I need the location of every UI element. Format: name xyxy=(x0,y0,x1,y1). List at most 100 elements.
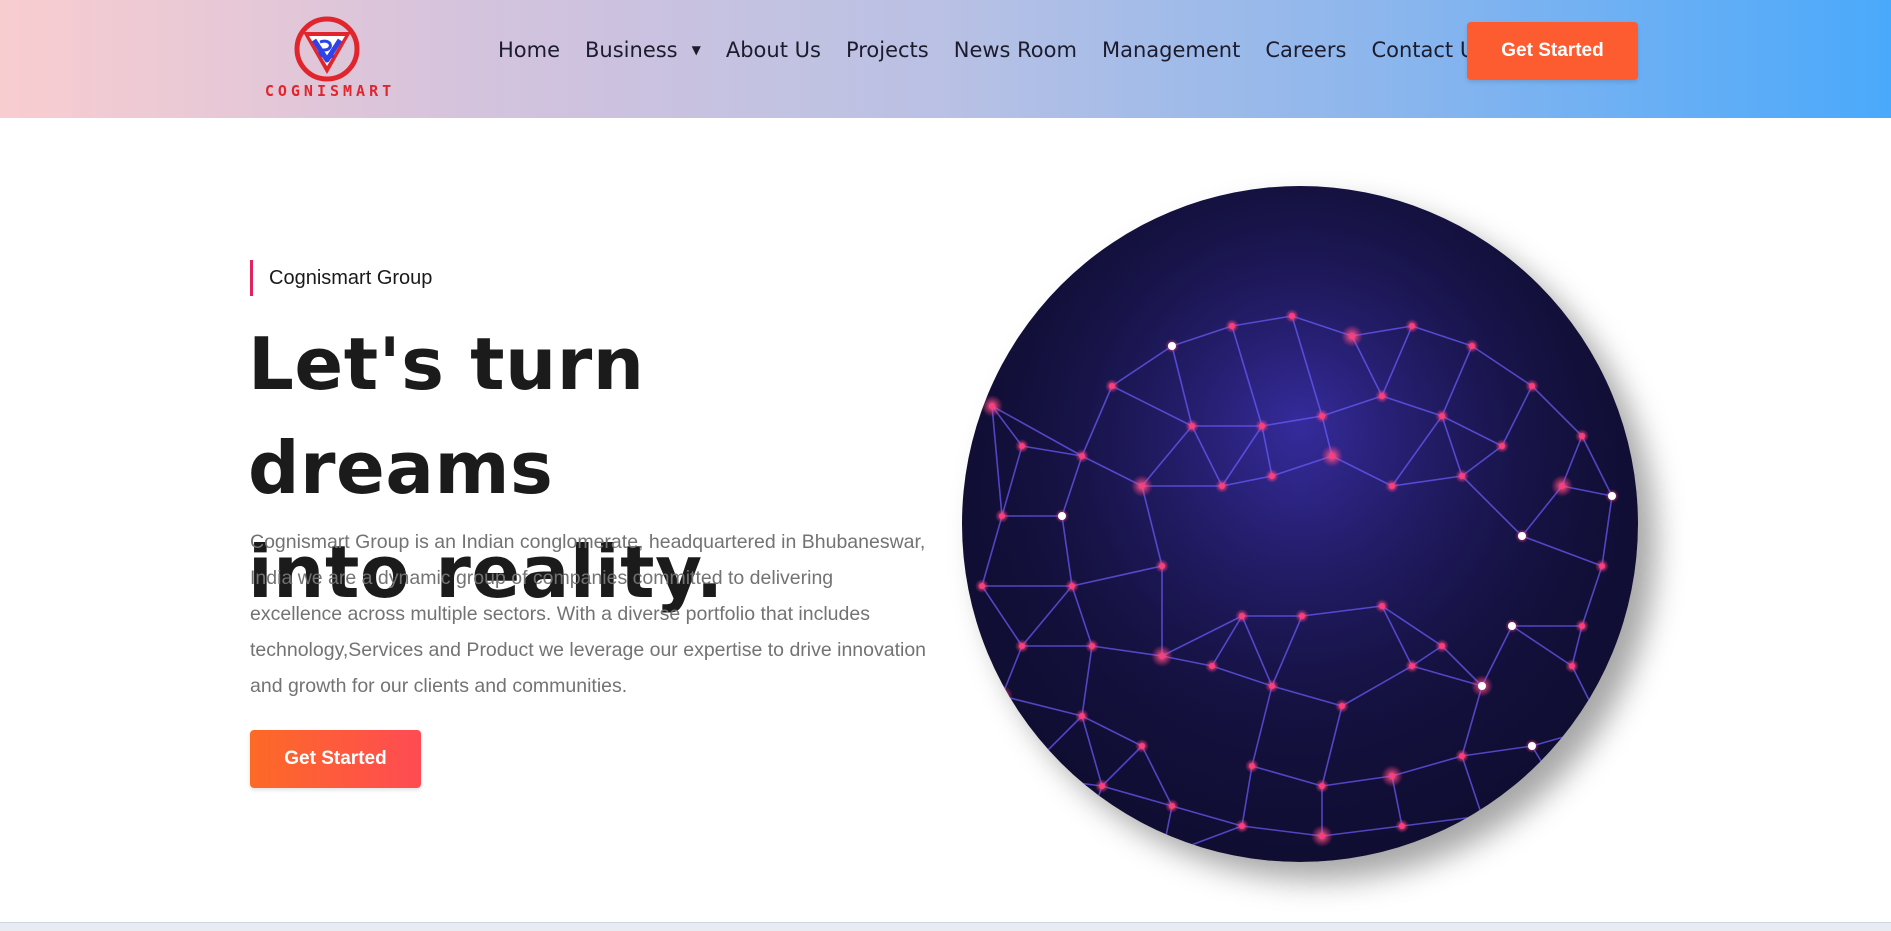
main-navigation: Home Business ▼ About Us Projects News R… xyxy=(498,0,1511,100)
mesh-node xyxy=(1439,643,1445,649)
mesh-node xyxy=(1058,512,1066,520)
mesh-node xyxy=(1079,453,1085,459)
mesh-node xyxy=(1599,563,1605,569)
hero-headline-line-1: Let's turn dreams xyxy=(248,322,645,510)
mesh-node xyxy=(1569,663,1575,669)
mesh-node xyxy=(1019,773,1025,779)
mesh-node xyxy=(1289,313,1295,319)
cognismart-logo[interactable]: COGNISMART xyxy=(250,16,410,102)
mesh-node xyxy=(1349,333,1355,339)
nav-item-news-room[interactable]: News Room xyxy=(954,38,1077,62)
nav-item-management[interactable]: Management xyxy=(1102,38,1240,62)
mesh-node xyxy=(1239,823,1245,829)
site-header: COGNISMART Home Business ▼ About Us Proj… xyxy=(0,0,1891,118)
mesh-node xyxy=(1479,813,1485,819)
mesh-node xyxy=(979,583,985,589)
mesh-node xyxy=(1069,583,1075,589)
mesh-node xyxy=(1469,343,1475,349)
mesh-node xyxy=(1319,833,1325,839)
mesh-node xyxy=(1109,383,1115,389)
mesh-node xyxy=(1339,703,1345,709)
mesh-node-glow xyxy=(1595,719,1609,733)
mesh-node xyxy=(1529,383,1535,389)
mesh-node xyxy=(1259,423,1265,429)
page-bottom-divider xyxy=(0,922,1891,931)
mesh-node xyxy=(1399,823,1405,829)
mesh-node-glow xyxy=(1155,849,1169,862)
nav-item-projects[interactable]: Projects xyxy=(846,38,929,62)
mesh-node xyxy=(1209,663,1215,669)
mesh-node xyxy=(1319,783,1325,789)
mesh-node xyxy=(1189,423,1195,429)
mesh-node xyxy=(1219,483,1225,489)
mesh-node xyxy=(1079,713,1085,719)
mesh-node xyxy=(1389,773,1395,779)
hero-get-started-button[interactable]: Get Started xyxy=(250,730,421,788)
mesh-node xyxy=(1459,473,1465,479)
nav-item-careers[interactable]: Careers xyxy=(1265,38,1346,62)
mesh-node xyxy=(1269,473,1275,479)
mesh-node xyxy=(1409,663,1415,669)
mesh-node-glow xyxy=(1015,769,1029,783)
mesh-node xyxy=(1089,643,1095,649)
mesh-node xyxy=(1559,793,1565,799)
mesh-node xyxy=(1599,723,1605,729)
mesh-node xyxy=(1508,622,1516,630)
caret-down-icon: ▼ xyxy=(691,43,701,57)
nav-item-about-us[interactable]: About Us xyxy=(726,38,821,62)
logo-emblem-icon xyxy=(294,16,360,82)
network-mesh-graphic xyxy=(962,186,1638,862)
nav-item-home[interactable]: Home xyxy=(498,38,560,62)
mesh-node xyxy=(1379,603,1385,609)
mesh-node xyxy=(1439,413,1445,419)
mesh-node xyxy=(1139,483,1145,489)
hero-description: Cognismart Group is an Indian conglomera… xyxy=(250,531,927,697)
mesh-node xyxy=(1299,613,1305,619)
mesh-node xyxy=(1019,643,1025,649)
mesh-node xyxy=(1249,763,1255,769)
mesh-node xyxy=(1079,843,1085,849)
mesh-node xyxy=(1159,853,1165,859)
mesh-node xyxy=(1099,783,1105,789)
mesh-link xyxy=(1081,845,1163,857)
mesh-node-glow xyxy=(1075,839,1089,853)
mesh-node xyxy=(1139,743,1145,749)
mesh-node xyxy=(999,513,1005,519)
mesh-link xyxy=(1021,775,1083,847)
mesh-node xyxy=(1478,682,1486,690)
mesh-link xyxy=(1081,785,1103,847)
mesh-node xyxy=(1019,443,1025,449)
hero-eyebrow: Cognismart Group xyxy=(250,260,432,296)
mesh-node xyxy=(1409,323,1415,329)
logo-wordmark: COGNISMART xyxy=(264,82,396,100)
nav-item-label: Careers xyxy=(1265,38,1347,62)
mesh-node xyxy=(1329,453,1335,459)
nav-item-label: News Room xyxy=(953,38,1077,62)
nav-item-label: Management xyxy=(1101,38,1241,62)
mesh-node xyxy=(1459,753,1465,759)
mesh-node xyxy=(1239,613,1245,619)
mesh-node xyxy=(1379,393,1385,399)
nav-item-business[interactable]: Business ▼ xyxy=(585,38,701,62)
mesh-node xyxy=(1319,413,1325,419)
nav-item-label: Home xyxy=(498,38,561,62)
mesh-node xyxy=(1159,653,1165,659)
mesh-node xyxy=(1168,342,1176,350)
mesh-node xyxy=(1579,433,1585,439)
nav-item-label: Projects xyxy=(845,38,929,62)
mesh-node xyxy=(1518,532,1526,540)
mesh-node xyxy=(1229,323,1235,329)
mesh-node xyxy=(1159,563,1165,569)
mesh-node xyxy=(1579,623,1585,629)
network-mesh-image xyxy=(962,186,1638,862)
mesh-node-glow xyxy=(1555,789,1569,803)
mesh-link xyxy=(1561,725,1603,797)
header-get-started-button[interactable]: Get Started xyxy=(1467,22,1638,80)
mesh-node xyxy=(1389,483,1395,489)
mesh-node xyxy=(1269,683,1275,689)
mesh-node xyxy=(989,403,995,409)
mesh-node xyxy=(1528,742,1536,750)
mesh-node-glow xyxy=(991,685,1013,707)
nav-item-label: Business xyxy=(585,38,678,62)
mesh-node-glow xyxy=(1475,809,1489,823)
